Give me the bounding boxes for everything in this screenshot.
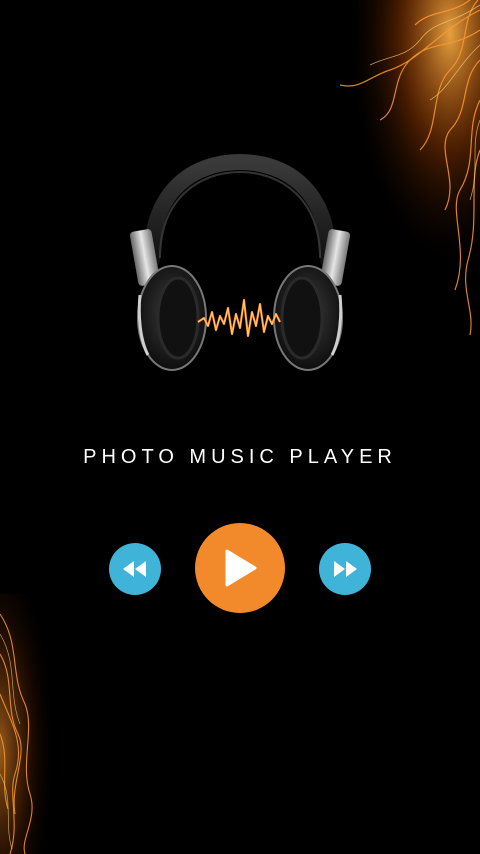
sound-wave-icon [197, 298, 281, 338]
fast-forward-button[interactable] [319, 543, 371, 595]
rewind-button[interactable] [109, 543, 161, 595]
fire-swirl-decoration-bottom [0, 594, 70, 854]
playback-controls [0, 520, 480, 616]
headphones-logo-icon [129, 153, 351, 371]
player-screen: PHOTO MUSIC PLAYER [0, 0, 480, 854]
app-title: PHOTO MUSIC PLAYER [83, 446, 397, 468]
fast-forward-icon [334, 561, 357, 577]
rewind-icon [123, 561, 146, 577]
play-button[interactable] [195, 523, 285, 613]
play-icon [225, 549, 257, 587]
